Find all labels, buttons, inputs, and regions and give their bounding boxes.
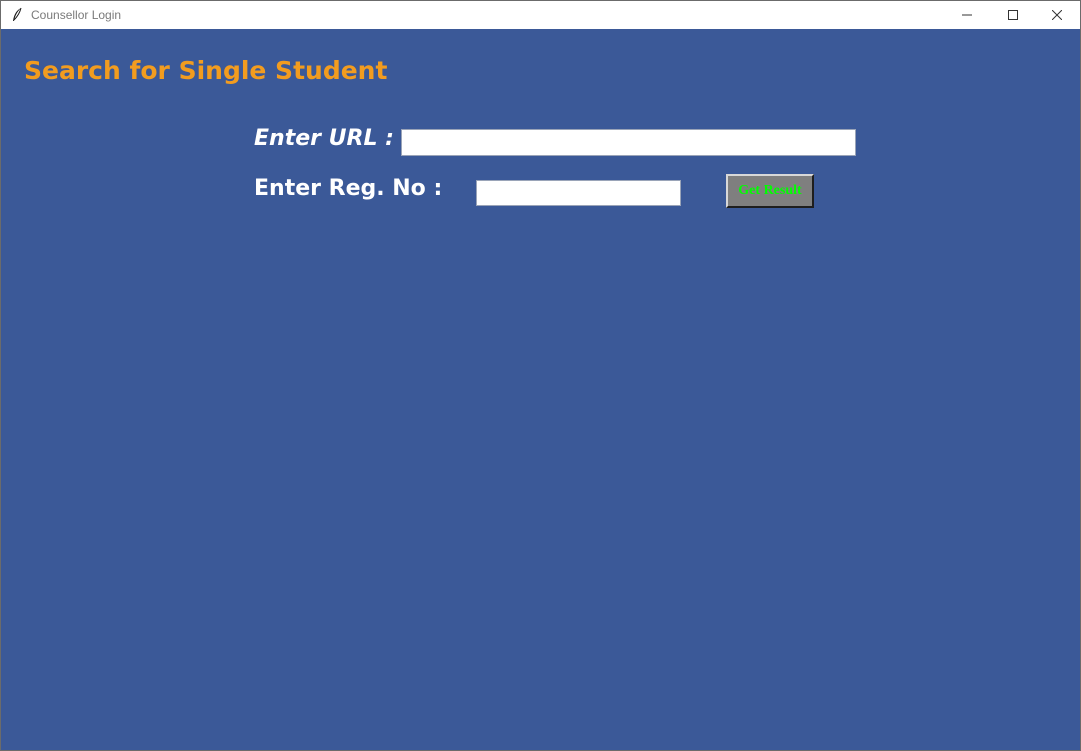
url-label: Enter URL : — [254, 126, 394, 151]
url-input[interactable] — [401, 129, 856, 156]
reg-no-input[interactable] — [476, 180, 681, 206]
page-title: Search for Single Student — [24, 56, 388, 85]
window-title: Counsellor Login — [31, 8, 122, 22]
minimize-icon — [962, 14, 972, 16]
minimize-button[interactable] — [944, 1, 990, 29]
maximize-icon — [1008, 10, 1018, 20]
app-window: Counsellor Login Search for Single Stude… — [0, 0, 1081, 751]
close-button[interactable] — [1034, 1, 1080, 29]
main-panel: Search for Single Student Enter URL : En… — [1, 29, 1080, 750]
close-icon — [1052, 10, 1062, 20]
feather-icon — [11, 7, 23, 23]
reg-no-label: Enter Reg. No : — [254, 176, 443, 201]
title-bar[interactable]: Counsellor Login — [1, 1, 1080, 29]
maximize-button[interactable] — [990, 1, 1036, 29]
get-result-button[interactable]: Get Result — [726, 174, 814, 208]
